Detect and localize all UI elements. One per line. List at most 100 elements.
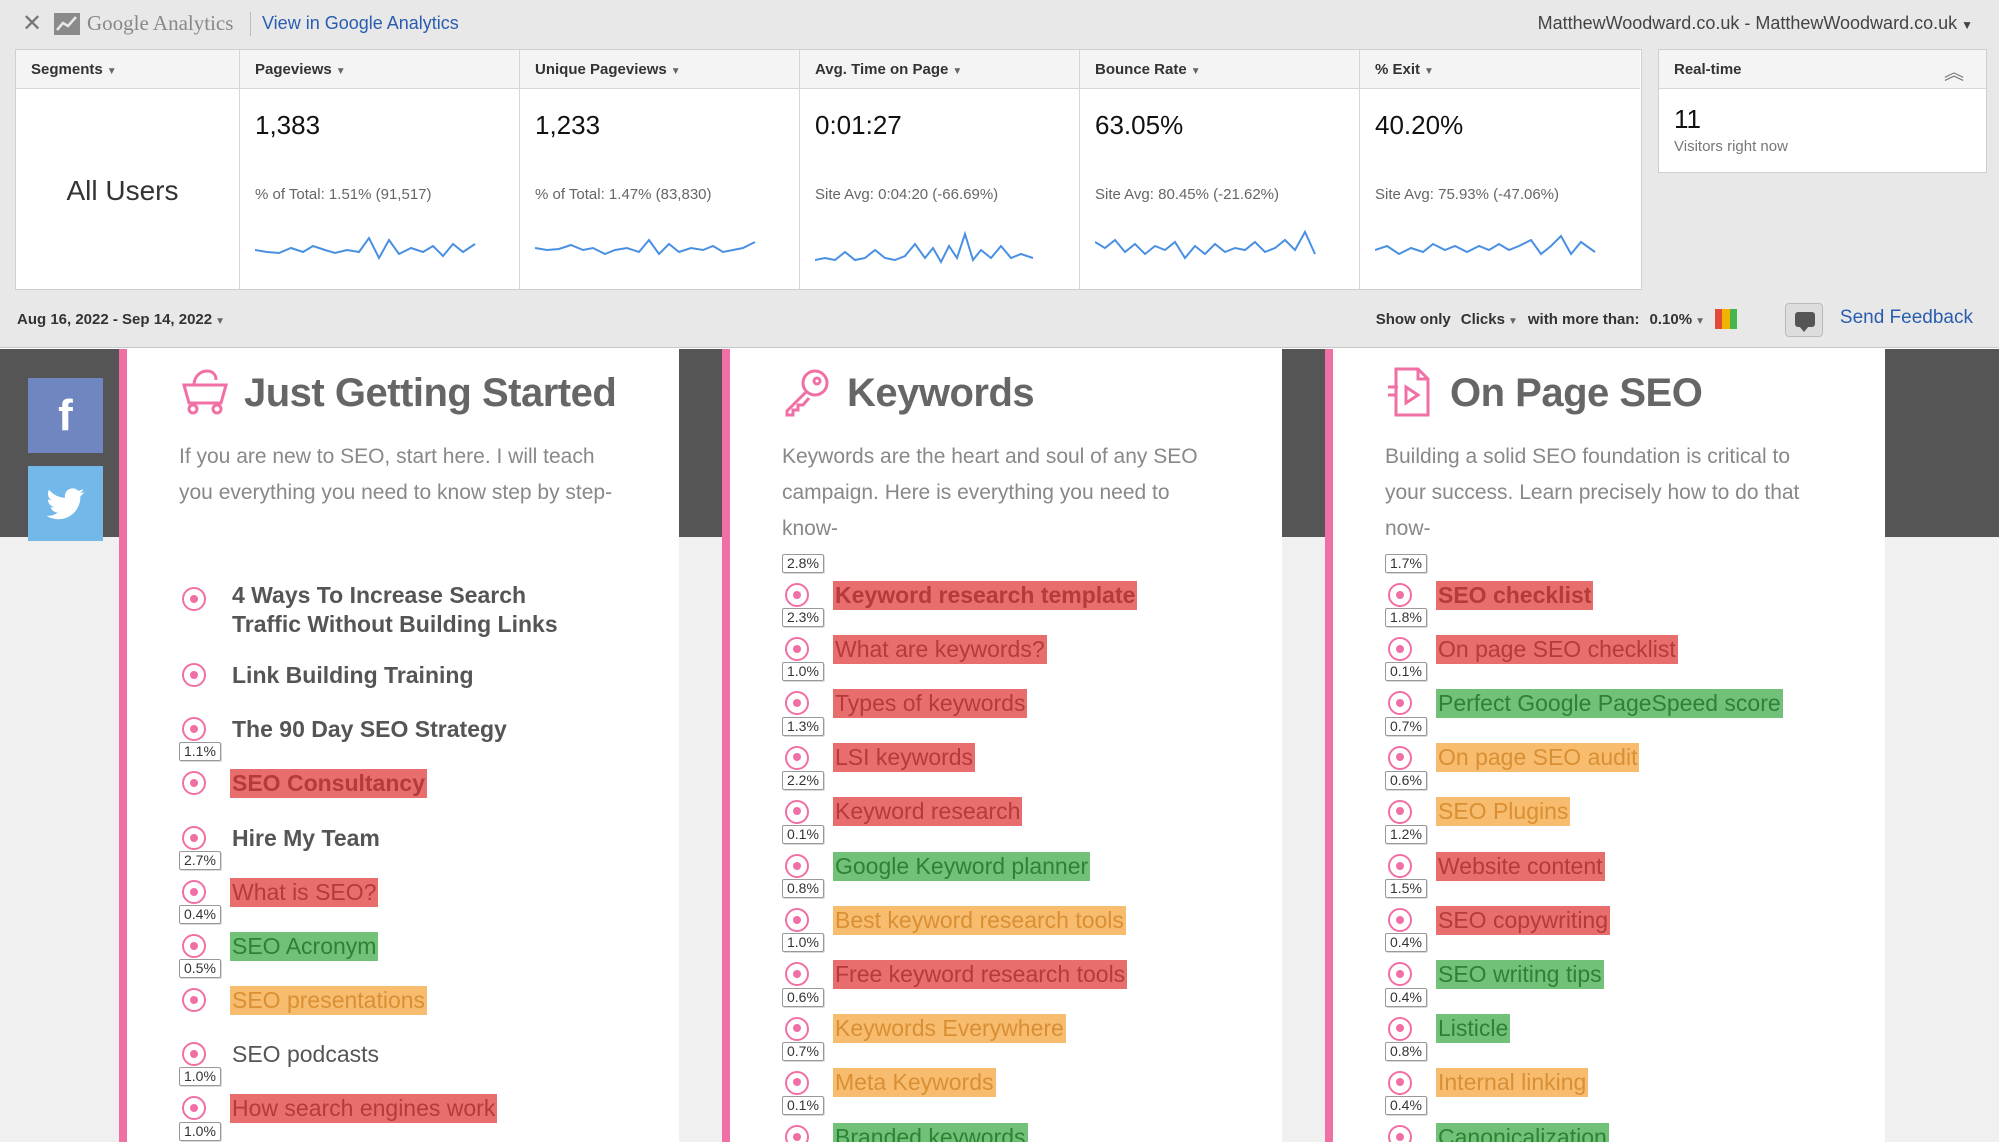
- list-link[interactable]: What are keywords?: [833, 634, 1047, 664]
- facebook-share-button[interactable]: f: [28, 378, 103, 453]
- list-item: Canonicalization: [1388, 1120, 1609, 1142]
- list-link[interactable]: Meta Keywords: [833, 1068, 996, 1098]
- list-link[interactable]: On page SEO checklist: [1436, 634, 1678, 664]
- list-link[interactable]: Perfect Google PageSpeed score: [1436, 688, 1783, 718]
- list-link[interactable]: Hire My Team: [230, 824, 382, 853]
- list-link[interactable]: LSI keywords: [833, 743, 976, 773]
- list-item: What is SEO?: [182, 875, 379, 909]
- metric-dropdown[interactable]: Bounce Rate ▼: [1080, 50, 1359, 89]
- click-percentage-badge: 0.7%: [782, 1041, 824, 1061]
- metric-label: Unique Pageviews: [535, 61, 667, 78]
- click-percentage-badge: 0.7%: [1385, 716, 1427, 736]
- list-item: Website content: [1388, 849, 1605, 883]
- list-link[interactable]: SEO Consultancy: [230, 768, 427, 798]
- click-percentage-badge: 2.8%: [782, 554, 824, 573]
- metrics-panel: Segments ▼ All Users Pageviews ▼ 1,383 % o…: [15, 49, 1642, 290]
- list-item: How search engines work: [182, 1091, 498, 1125]
- list-link[interactable]: Types of keywords: [833, 688, 1028, 718]
- bullet-icon: [785, 1016, 809, 1041]
- list-link[interactable]: Listicle: [1436, 1014, 1511, 1044]
- bullet-icon: [182, 826, 206, 850]
- date-range-selector[interactable]: Aug 16, 2022 - Sep 14, 2022 ▼: [17, 311, 225, 328]
- sparkline: [1095, 229, 1316, 260]
- comment-button[interactable]: [1785, 303, 1823, 337]
- metric-bounce-rate: Bounce Rate ▼ 63.05% Site Avg: 80.45% (-2…: [1080, 50, 1360, 289]
- list-item: What are keywords?: [785, 632, 1047, 666]
- metric-label: Bounce Rate: [1095, 61, 1187, 78]
- list-link[interactable]: Canonicalization: [1436, 1122, 1609, 1142]
- view-in-analytics-link[interactable]: View in Google Analytics: [262, 13, 459, 34]
- list-link[interactable]: Keywords Everywhere: [833, 1014, 1066, 1044]
- bullet-icon: [785, 1125, 809, 1142]
- list-link[interactable]: Link Building Training: [230, 661, 476, 690]
- click-percentage-badge: 2.7%: [179, 851, 221, 870]
- column-title: On Page SEO: [1450, 371, 1703, 415]
- list-link[interactable]: On page SEO audit: [1436, 743, 1640, 773]
- bullet-icon: [785, 583, 809, 607]
- column-title: Just Getting Started: [244, 371, 617, 415]
- list-link[interactable]: SEO copywriting: [1436, 905, 1611, 935]
- list-item: Link Building Training: [182, 658, 476, 692]
- caret-down-icon: ▼: [106, 66, 117, 77]
- list-item: SEO podcasts: [182, 1037, 381, 1071]
- collapse-icon[interactable]: ︽: [1944, 56, 1964, 85]
- list-link[interactable]: Internal linking: [1436, 1068, 1589, 1098]
- caret-down-icon: ▼: [215, 316, 226, 327]
- list-link[interactable]: Google Keyword planner: [833, 851, 1091, 881]
- list-link[interactable]: Keyword research template: [833, 580, 1138, 610]
- click-percentage-badge: 0.1%: [782, 825, 824, 844]
- send-feedback-link[interactable]: Send Feedback: [1840, 307, 1973, 329]
- metric-dropdown[interactable]: % Exit ▼: [1360, 50, 1640, 89]
- list-link[interactable]: How search engines work: [230, 1093, 498, 1123]
- metric-comparison: Site Avg: 0:04:20 (-66.69%): [815, 186, 999, 203]
- twitter-share-button[interactable]: [28, 466, 103, 541]
- list-link[interactable]: SEO podcasts: [230, 1040, 381, 1069]
- close-icon[interactable]: ✕: [22, 9, 42, 38]
- metric-dropdown[interactable]: Avg. Time on Page ▼: [800, 50, 1079, 89]
- list-link[interactable]: SEO writing tips: [1436, 959, 1604, 989]
- metric-filter-dropdown[interactable]: Clicks ▼: [1461, 311, 1518, 328]
- list-link[interactable]: SEO checklist: [1436, 580, 1594, 610]
- list-item: SEO checklist: [1388, 578, 1594, 612]
- click-percentage-badge: 1.0%: [782, 662, 824, 682]
- realtime-count: 11: [1674, 104, 1701, 134]
- metric-pageviews: Pageviews ▼ 1,383 % of Total: 1.51% (91,5…: [240, 50, 520, 289]
- basket-icon: [182, 369, 228, 415]
- list-link[interactable]: SEO presentations: [230, 985, 428, 1015]
- list-link[interactable]: Website content: [1436, 851, 1605, 881]
- metric-exit: % Exit ▼ 40.20% Site Avg: 75.93% (-47.06%…: [1360, 50, 1640, 289]
- metric-dropdown[interactable]: Pageviews ▼: [240, 50, 519, 89]
- list-link[interactable]: What is SEO?: [230, 877, 379, 907]
- list-link[interactable]: Best keyword research tools: [833, 905, 1126, 935]
- caret-down-icon: ▼: [335, 66, 346, 77]
- metric-dropdown[interactable]: Unique Pageviews ▼: [520, 50, 799, 89]
- bullet-icon: [1388, 583, 1412, 607]
- heatmap-toggle-icon[interactable]: [1715, 309, 1737, 329]
- click-percentage-badge: 2.2%: [782, 770, 824, 790]
- list-link[interactable]: SEO Plugins: [1436, 797, 1571, 827]
- bullet-icon: [785, 799, 809, 824]
- bullet-icon: [182, 934, 206, 958]
- list-link[interactable]: Free keyword research tools: [833, 959, 1128, 989]
- metric-avg-time: Avg. Time on Page ▼ 0:01:27 Site Avg: 0:0…: [800, 50, 1080, 289]
- metric-comparison: Site Avg: 80.45% (-21.62%): [1095, 186, 1279, 203]
- bullet-icon: [182, 771, 206, 795]
- list-link[interactable]: 4 Ways To Increase Search Traffic Withou…: [230, 580, 600, 640]
- column-description: If you are new to SEO, start here. I wil…: [179, 445, 613, 504]
- list-item: Keywords Everywhere: [785, 1012, 1066, 1046]
- list-link[interactable]: SEO Acronym: [230, 931, 379, 961]
- column-description: Keywords are the heart and soul of any S…: [782, 445, 1198, 540]
- list-link[interactable]: Keyword research: [833, 797, 1023, 827]
- click-percentage-badge: 1.0%: [179, 1122, 221, 1141]
- metric-filter-value: Clicks: [1460, 310, 1505, 328]
- segments-dropdown[interactable]: Segments ▼: [16, 50, 239, 89]
- account-selector[interactable]: MatthewWoodward.co.uk - MatthewWoodward.…: [1538, 13, 1973, 34]
- list-item: SEO Plugins: [1388, 795, 1571, 829]
- click-percentage-badge: 1.5%: [1385, 879, 1427, 899]
- list-link[interactable]: Branded keywords: [833, 1122, 1028, 1142]
- click-percentage-badge: 1.7%: [1385, 554, 1427, 573]
- bullet-icon: [1388, 637, 1412, 662]
- bullet-icon: [1388, 908, 1412, 933]
- threshold-dropdown[interactable]: 0.10% ▼: [1650, 311, 1705, 328]
- list-link[interactable]: The 90 Day SEO Strategy: [230, 715, 509, 744]
